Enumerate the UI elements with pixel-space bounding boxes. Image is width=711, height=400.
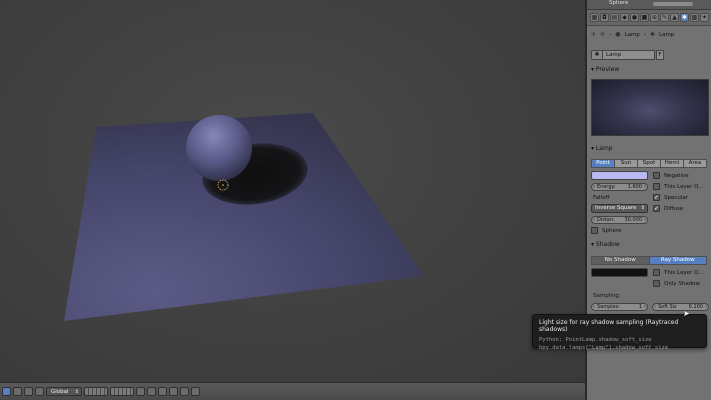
tooltip: Light size for ray shadow sampling (Rayt… [532,314,707,351]
outliner-strip: Sphere [587,0,711,10]
outliner-scrollbar[interactable] [653,2,693,6]
world-tab-icon[interactable]: ● [630,13,639,22]
lamp-type-area[interactable]: Area [684,159,707,168]
lamp-type-sun[interactable]: Sun [615,159,638,168]
lamp-color-swatch[interactable] [591,171,648,180]
data-tab-icon[interactable]: ▲ [670,13,679,22]
object-icon: ✣ [600,31,606,38]
render-preview-button[interactable] [180,387,189,396]
lamp-panel-header[interactable]: Lamp [591,145,707,152]
lamp-type-spot[interactable]: Spot [638,159,661,168]
pin-icon[interactable]: ✢ [591,31,596,38]
shadow-method-selector: No Shadow Ray Shadow [591,256,707,265]
shadow-this-layer-checkbox[interactable]: This Layer O... [653,269,703,276]
manipulator-scale-button[interactable] [35,387,44,396]
preview-render [591,79,709,136]
lamp-type-hemi[interactable]: Hemi [661,159,684,168]
tooltip-data-path: bpy.data.lamps["Lamp"].shadow_soft_size [539,345,669,351]
snap-button[interactable] [158,387,167,396]
breadcrumb-item-object: Lamp [624,31,640,38]
viewport-header: Global [0,382,585,400]
fake-user-button[interactable]: F [656,50,664,60]
sphere-mesh[interactable] [186,115,252,181]
datablock-name-field[interactable]: Lamp [603,50,655,60]
falloff-select[interactable]: Inverse Square [591,204,648,213]
pivot-button[interactable] [147,387,156,396]
negative-checkbox[interactable]: Negative [653,172,689,179]
falloff-label: Falloff [593,195,610,201]
no-shadow-option[interactable]: No Shadow [591,256,650,265]
context-tabs: ▦ ◘ ▤ ◆ ● ■ ⊕ ✎ ▲ ✱ ▩ ✦ [587,10,711,26]
manipulator-translate-button[interactable] [13,387,22,396]
editor-type-icon[interactable]: ▦ [590,13,599,22]
layers-grid-2[interactable] [110,387,134,396]
physics-tab-icon[interactable]: ✦ [700,13,709,22]
tooltip-title: Light size for ray shadow sampling (Rayt… [539,319,679,333]
shadow-color-swatch[interactable] [591,268,648,277]
modifiers-tab-icon[interactable]: ✎ [660,13,669,22]
lamp-object-icon: ● [615,31,621,38]
opengl-render-button[interactable] [191,387,200,396]
lamp-data-icon: ✱ [650,31,656,38]
soft-size-field[interactable]: Soft Siz0.100 [652,303,709,311]
3d-viewport[interactable] [0,0,585,382]
scene-tab-icon[interactable]: ◆ [620,13,629,22]
check-icon: ✓ [653,205,660,212]
specular-checkbox[interactable]: ✓ Specular [653,194,688,201]
object-tab-icon[interactable]: ■ [640,13,649,22]
this-layer-only-checkbox[interactable]: This Layer O... [653,183,703,190]
preview-panel-header[interactable]: Preview [591,66,707,73]
texture-tab-icon[interactable]: ▩ [690,13,699,22]
render-tab-icon[interactable]: ◘ [600,13,609,22]
energy-field[interactable]: Energy:1.600 [591,183,648,191]
transform-orientation-select[interactable]: Global [46,387,82,396]
ray-shadow-option[interactable]: Ray Shadow [649,256,707,265]
distance-field[interactable]: Distan:30.000 [591,216,648,224]
layers-tab-icon[interactable]: ▤ [610,13,619,22]
shadow-panel-header[interactable]: Shadow [591,241,707,248]
lamp-type-selector: Point Sun Spot Hemi Area [591,159,707,168]
sphere-checkbox[interactable]: Sphere [591,227,621,234]
snap-target-button[interactable] [169,387,178,396]
view-mode-button[interactable] [2,387,11,396]
layers-grid-1[interactable] [84,387,108,396]
lamp-browse-icon[interactable]: ✱ [591,50,603,60]
lock-camera-button[interactable] [136,387,145,396]
samples-field[interactable]: Samples:1 [591,303,648,311]
lamp-tab-icon[interactable]: ✱ [680,13,689,22]
tooltip-python-path: Python: PointLamp.shadow_soft_size [539,337,652,343]
active-object-label: Sphere [609,0,629,6]
datablock-selector: ✱ Lamp F [591,50,707,60]
breadcrumb-item-data: Lamp [659,31,675,38]
lamp-type-point[interactable]: Point [591,159,615,168]
scene-render [64,113,424,321]
diffuse-checkbox[interactable]: ✓ Diffuse [653,205,683,212]
breadcrumb: ✢ ✣ › ● Lamp › ✱ Lamp [591,31,675,38]
sampling-label: Sampling: [593,293,621,299]
constraints-tab-icon[interactable]: ⊕ [650,13,659,22]
check-icon: ✓ [653,194,660,201]
mouse-cursor-icon: ➤ [683,309,690,318]
manipulator-rotate-button[interactable] [24,387,33,396]
only-shadow-checkbox[interactable]: Only Shadow [653,280,700,287]
